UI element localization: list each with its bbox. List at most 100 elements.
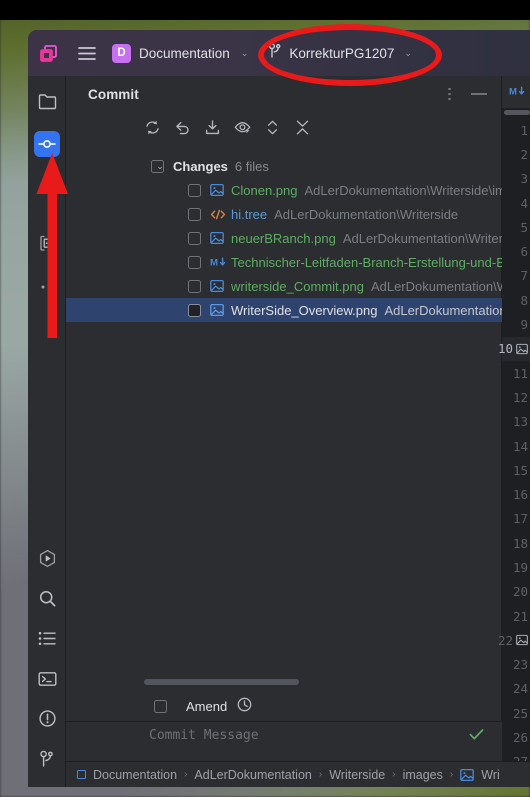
line-number-label: 25 bbox=[512, 705, 528, 721]
file-checkbox[interactable] bbox=[188, 303, 201, 317]
chevron-down-icon[interactable]: ⌄ bbox=[154, 161, 166, 172]
editor-line-number-22: 22 bbox=[498, 628, 530, 652]
project-selector[interactable]: D Documentation ⌄ bbox=[106, 30, 254, 76]
commit-tool-icon bbox=[34, 131, 60, 157]
sidebar-item-terminal[interactable] bbox=[28, 661, 66, 701]
editor-line-number-25: 25 bbox=[502, 701, 530, 725]
file-name: neuerBRanch.png bbox=[231, 230, 336, 246]
line-number-label: 18 bbox=[512, 535, 528, 551]
amend-checkbox[interactable] bbox=[154, 700, 167, 713]
file-path: AdLerDokumentation\Writerside bbox=[274, 206, 459, 222]
file-name: Clonen.png bbox=[231, 182, 298, 198]
collapse-all-icon[interactable] bbox=[294, 119, 311, 136]
line-number-label: 12 bbox=[512, 389, 528, 405]
file-path: AdLerDokumentation\Wr bbox=[370, 278, 502, 294]
sidebar-item-problems[interactable] bbox=[28, 701, 66, 741]
editor-line-number-11: 11 bbox=[502, 361, 530, 385]
project-window-icon[interactable] bbox=[28, 30, 68, 76]
editor-line-number-19: 19 bbox=[502, 555, 530, 579]
breadcrumb-item-documentation[interactable]: Documentation bbox=[93, 768, 177, 782]
refresh-changes-icon[interactable] bbox=[144, 119, 161, 136]
sidebar-item-git[interactable] bbox=[28, 741, 66, 781]
git-branch-selector[interactable]: KorrekturPG1207 ⌄ bbox=[268, 30, 412, 76]
problems-tool-icon bbox=[38, 709, 57, 733]
line-number-label: 21 bbox=[512, 608, 528, 624]
screen-top-black-bar bbox=[0, 0, 530, 20]
editor-line-number-18: 18 bbox=[502, 531, 530, 555]
project-name-label: Documentation bbox=[139, 45, 230, 61]
table-row[interactable]: writerside_Commit.png AdLerDokumentation… bbox=[66, 274, 502, 298]
changes-tree[interactable]: ⌄ Changes 6 files Clonen.png AdLerDokume… bbox=[66, 154, 502, 674]
minimize-icon[interactable] bbox=[471, 93, 487, 95]
sidebar-item-run[interactable] bbox=[28, 541, 66, 581]
line-number-label: 15 bbox=[512, 462, 528, 478]
terminal-tool-icon bbox=[38, 671, 57, 692]
breadcrumb-item-writerside[interactable]: Writerside bbox=[329, 768, 385, 782]
sidebar-item-commit[interactable] bbox=[28, 124, 66, 164]
breadcrumb-item-adlerdokumentation[interactable]: AdLerDokumentation bbox=[194, 768, 311, 782]
line-number-label: 17 bbox=[512, 511, 528, 527]
editor-line-number-10: 10 bbox=[498, 336, 530, 361]
changes-horizontal-scrollbar[interactable] bbox=[144, 679, 299, 685]
editor-line-number-8: 8 bbox=[502, 288, 530, 312]
editor-line-number-12: 12 bbox=[502, 385, 530, 409]
sidebar-item-bookmarks[interactable] bbox=[28, 226, 66, 266]
image-file-icon bbox=[210, 303, 227, 317]
file-checkbox[interactable] bbox=[188, 279, 201, 293]
editor-horizontal-scrollbar[interactable] bbox=[504, 110, 530, 115]
breadcrumb-item-images[interactable]: images bbox=[403, 768, 443, 782]
line-number-label: 5 bbox=[520, 219, 528, 235]
file-name: writerside_Commit.png bbox=[231, 278, 364, 294]
chevron-right-icon: › bbox=[392, 769, 396, 780]
line-number-label: 23 bbox=[512, 657, 528, 673]
image-file-icon bbox=[210, 183, 227, 197]
module-icon bbox=[77, 770, 86, 779]
chevron-down-icon: ⌄ bbox=[404, 47, 412, 58]
file-checkbox[interactable] bbox=[188, 255, 201, 269]
image-file-icon bbox=[210, 279, 227, 293]
update-project-icon[interactable] bbox=[204, 119, 221, 136]
expand-collapse-icon[interactable] bbox=[264, 119, 281, 136]
editor-area: M Tec 1234567891011121314151617181920212… bbox=[498, 76, 530, 787]
chevron-down-icon: ⌄ bbox=[240, 47, 249, 58]
sidebar-item-project[interactable] bbox=[28, 84, 66, 124]
tab-technischer-leitfaden[interactable]: M Tec bbox=[502, 76, 530, 108]
editor-line-number-5: 5 bbox=[502, 215, 530, 239]
hamburger-menu-icon[interactable] bbox=[68, 30, 106, 76]
image-file-icon bbox=[210, 231, 227, 245]
more-options-icon[interactable] bbox=[441, 82, 458, 107]
editor-line-number-21: 21 bbox=[502, 604, 530, 628]
sidebar-item-structure[interactable] bbox=[28, 621, 66, 661]
more-tool-icon bbox=[38, 277, 57, 295]
table-row[interactable]: M Technischer-Leitfaden-Branch-Erstellun… bbox=[66, 250, 502, 274]
file-checkbox[interactable] bbox=[188, 231, 201, 245]
table-row[interactable]: WriterSide_Overview.png AdLerDokumentati… bbox=[66, 298, 502, 322]
git-branch-icon bbox=[268, 42, 282, 64]
line-number-label: 13 bbox=[512, 414, 528, 430]
rollback-icon[interactable] bbox=[174, 119, 191, 136]
line-number-label: 1 bbox=[520, 122, 528, 138]
commit-panel-header-actions bbox=[441, 76, 494, 112]
sidebar-item-search[interactable] bbox=[28, 581, 66, 621]
file-checkbox[interactable] bbox=[188, 207, 201, 221]
left-tool-sidebar bbox=[28, 76, 66, 787]
sidebar-item-more[interactable] bbox=[28, 266, 66, 306]
changes-group-count: 6 files bbox=[234, 158, 269, 174]
table-row[interactable]: Clonen.png AdLerDokumentation\Writerside… bbox=[66, 178, 502, 202]
table-row[interactable]: hi.tree AdLerDokumentation\Writerside bbox=[66, 202, 502, 226]
line-number-label: 22 bbox=[497, 632, 513, 648]
file-path: AdLerDokumentation\Writerside\ima bbox=[304, 182, 503, 198]
changes-group-label: Changes bbox=[173, 158, 228, 174]
spellcheck-ok-icon bbox=[469, 728, 484, 745]
clock-history-icon[interactable] bbox=[237, 697, 252, 717]
run-tool-icon bbox=[38, 549, 57, 573]
changes-group-row[interactable]: ⌄ Changes 6 files bbox=[66, 154, 502, 178]
editor-line-number-23: 23 bbox=[502, 653, 530, 677]
line-number-label: 20 bbox=[512, 584, 528, 600]
table-row[interactable]: neuerBRanch.png AdLerDokumentation\Write… bbox=[66, 226, 502, 250]
line-number-label: 14 bbox=[512, 438, 528, 454]
breadcrumb-item-file[interactable]: Wri bbox=[481, 768, 500, 782]
commit-toolbar bbox=[66, 112, 502, 142]
preview-diff-icon[interactable] bbox=[234, 119, 251, 136]
file-checkbox[interactable] bbox=[188, 183, 201, 197]
